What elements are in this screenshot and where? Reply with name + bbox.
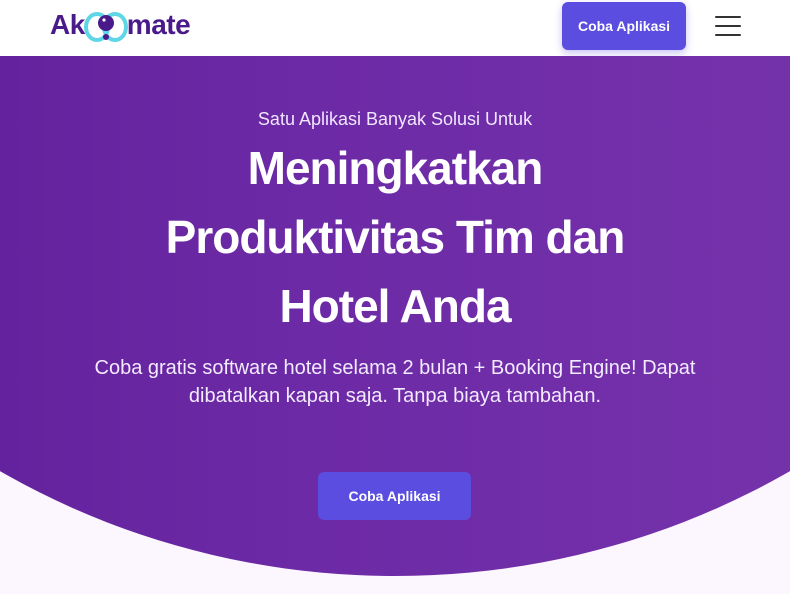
logo-text-suffix: mate — [126, 9, 191, 40]
logo-text-prefix: Ak — [50, 9, 85, 40]
hero-headline: Meningkatkan Produktivitas Tim dan Hotel… — [95, 134, 695, 341]
hamburger-menu-icon[interactable] — [714, 14, 742, 38]
menu-bar — [715, 34, 741, 36]
menu-bar — [715, 25, 741, 27]
hero-try-app-button[interactable]: Coba Aplikasi — [318, 472, 471, 520]
nav-try-app-button[interactable]: Coba Aplikasi — [562, 2, 686, 50]
headline-line-2: Produktivitas Tim dan — [165, 211, 626, 263]
logo-mascot-icon — [83, 7, 129, 43]
headline-line-1: Meningkatkan — [247, 142, 544, 194]
hero-eyebrow: Satu Aplikasi Banyak Solusi Untuk — [257, 109, 533, 129]
headline-line-3: Hotel Anda — [279, 280, 511, 332]
navbar: Ak mate Coba Aplikasi — [0, 0, 790, 56]
hero-subtitle: Coba gratis software hotel selama 2 bula… — [94, 357, 696, 407]
hero-section: Satu Aplikasi Banyak Solusi Untuk Mening… — [0, 56, 790, 594]
akomate-logo[interactable]: Ak mate — [50, 5, 191, 45]
menu-bar — [715, 16, 741, 18]
